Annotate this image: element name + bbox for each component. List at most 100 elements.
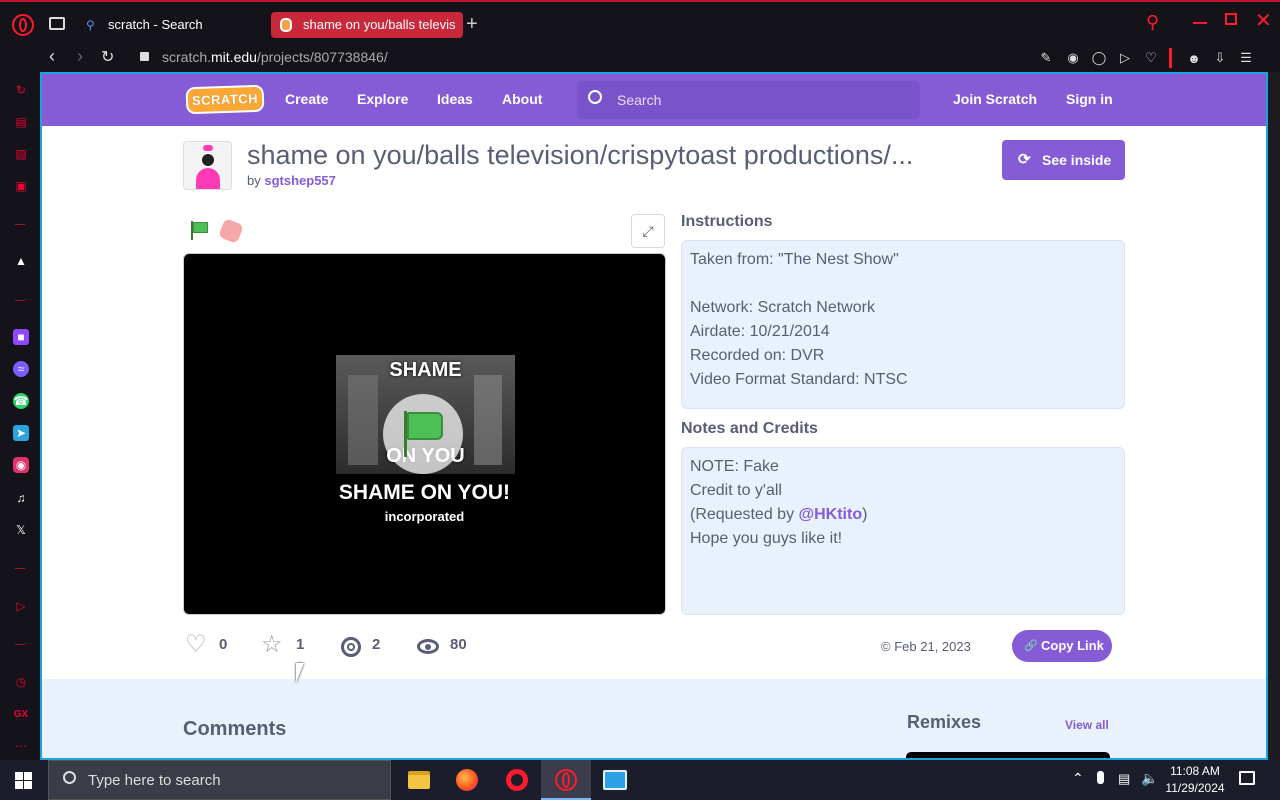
scratch-favicon-icon (280, 18, 292, 32)
divider (15, 300, 25, 301)
search-input[interactable]: Search (577, 81, 920, 119)
sign-in-link[interactable]: Sign in (1066, 91, 1113, 107)
refresh-icon[interactable]: ↻ (12, 81, 30, 99)
new-tab-icon[interactable]: + (466, 13, 478, 35)
vpn-shield-icon[interactable]: ◯ (1089, 48, 1109, 68)
restore-icon[interactable] (1225, 13, 1237, 25)
opera-icon[interactable] (506, 769, 528, 791)
remix-thumbnail[interactable] (906, 752, 1110, 758)
download-icon[interactable]: ⇩ (1210, 48, 1230, 68)
minimize-icon[interactable] (1193, 22, 1207, 24)
profile-icon[interactable]: ☻ (1184, 48, 1204, 68)
tiktok-icon[interactable]: ♫ (12, 489, 30, 507)
gx-icon[interactable]: GX (12, 705, 30, 723)
search-tabs-icon[interactable]: ⚲ (1146, 12, 1159, 33)
favorite-button[interactable]: ☆ (261, 633, 283, 657)
tab-snapshot-icon[interactable] (49, 17, 65, 30)
scratch-navbar: SCRATCH Create Explore Ideas About Searc… (42, 74, 1266, 126)
url-prefix: scratch. (162, 49, 212, 65)
copyright-icon: © (881, 639, 891, 654)
menu-icon[interactable]: ☰ (1236, 48, 1256, 68)
divider (15, 644, 25, 645)
telegram-icon[interactable]: ➤ (13, 425, 29, 441)
reload-icon[interactable]: ↻ (101, 47, 114, 67)
messenger-icon[interactable]: ≈ (13, 361, 29, 377)
clock[interactable]: 11:08 AM 11/29/2024 (1160, 763, 1230, 797)
tab-scratch-search[interactable]: ⚲ scratch - Search (76, 12, 264, 38)
notifications-icon[interactable] (1239, 771, 1255, 785)
notes-heading: Notes and Credits (681, 420, 818, 437)
notes-box: NOTE: Fake Credit to y'all (Requested by… (681, 447, 1125, 615)
remote-desktop-icon[interactable] (603, 770, 627, 790)
stage-text-shame: SHAME (389, 359, 462, 381)
stage-caption: SHAME ON YOU! (338, 481, 511, 504)
file-explorer-icon[interactable] (408, 771, 430, 789)
easy-setup-icon[interactable]: ✎ (1036, 48, 1056, 68)
heart-icon[interactable]: ♡ (1141, 48, 1161, 68)
notes-line: (Requested by @HKtito) (690, 503, 1116, 527)
notes-line: Credit to y'all (690, 482, 782, 499)
windows-start-icon[interactable] (15, 772, 32, 789)
history-icon[interactable]: ◷ (12, 673, 30, 691)
back-icon[interactable]: ‹ (49, 46, 55, 67)
mouse-cursor-icon (296, 663, 312, 683)
url-field[interactable]: scratch.mit.edu/projects/807738846/ (162, 49, 388, 65)
stage-subcaption: incorporated (384, 509, 465, 524)
x-icon[interactable]: 𝕏 (12, 521, 30, 539)
instagram-icon[interactable]: ◉ (13, 457, 29, 473)
green-flag-overlay-button[interactable] (383, 394, 463, 474)
forward-icon[interactable]: › (77, 46, 83, 67)
notes-line: Hope you guys like it! (690, 530, 843, 547)
more-icon[interactable]: ⋯ (12, 737, 30, 755)
notes-text: ) (862, 506, 868, 523)
love-button[interactable]: ♡ (185, 633, 211, 658)
twitch-icon[interactable]: ■ (13, 329, 29, 345)
fullscreen-button[interactable]: ⤢ (631, 214, 665, 248)
taskbar-search-box[interactable]: Type here to search (48, 760, 391, 800)
player-icon[interactable]: ▷ (1115, 48, 1135, 68)
aria-icon[interactable]: ▲ (12, 252, 30, 270)
snapshot-icon[interactable]: ◉ (1063, 48, 1083, 68)
author-avatar[interactable] (183, 141, 232, 190)
author-link[interactable]: sgtshep557 (264, 173, 336, 188)
keyboard-icon[interactable]: ▧ (12, 145, 30, 163)
tab-shame-on-you[interactable]: shame on you/balls televis (271, 12, 463, 38)
lower-section: Comments Remixes View all (42, 679, 1266, 758)
project-stage[interactable]: SHAME ON YOU SHAME ON YOU! incorporated (183, 253, 666, 615)
comments-heading: Comments (183, 718, 287, 740)
join-scratch-link[interactable]: Join Scratch (953, 91, 1037, 107)
tray-chevron-icon[interactable]: ⌃ (1072, 770, 1084, 787)
close-icon[interactable]: ✕ (1255, 8, 1272, 33)
nav-ideas[interactable]: Ideas (437, 91, 473, 107)
share-date-text: Feb 21, 2023 (894, 639, 971, 654)
scratch-logo[interactable]: SCRATCH (185, 84, 265, 115)
search-icon (63, 771, 76, 784)
search-icon (588, 90, 602, 104)
microphone-icon[interactable] (1097, 771, 1104, 784)
nav-explore[interactable]: Explore (357, 91, 408, 107)
opera-menu-icon[interactable] (12, 14, 34, 36)
url-path: /projects/807738846/ (256, 49, 388, 65)
see-inside-button[interactable]: ⟳ See inside (1002, 140, 1125, 180)
clock-date: 11/29/2024 (1165, 781, 1225, 795)
nav-about[interactable]: About (502, 91, 542, 107)
tab-title: scratch - Search (108, 17, 203, 32)
mention-link[interactable]: @HKtito (799, 506, 863, 523)
volume-icon[interactable]: 🔈 (1141, 770, 1158, 787)
view-all-link[interactable]: View all (1065, 718, 1109, 732)
player-sidebar-icon[interactable]: ▷ (12, 597, 30, 615)
cake-icon[interactable]: ▤ (12, 113, 30, 131)
instructions-line: Taken from: "The Nest Show" (690, 251, 899, 268)
green-flag-icon[interactable] (189, 220, 209, 240)
opera-gx-active-icon[interactable] (541, 760, 591, 800)
nav-create[interactable]: Create (285, 91, 329, 107)
stop-icon[interactable] (217, 217, 245, 245)
whatsapp-icon[interactable]: ☎ (13, 393, 29, 409)
copy-link-button[interactable]: 🔗 Copy Link (1012, 630, 1112, 662)
project-byline: by sgtshep557 (247, 173, 336, 188)
network-icon[interactable]: ▤ (1118, 771, 1130, 787)
firefox-icon[interactable] (456, 769, 478, 791)
windows-taskbar: Type here to search ⌃ ▤ 🔈 11:08 AM 11/29… (0, 760, 1280, 800)
see-inside-label: See inside (1042, 152, 1112, 168)
gx-mods-icon[interactable]: ▣ (12, 177, 30, 195)
